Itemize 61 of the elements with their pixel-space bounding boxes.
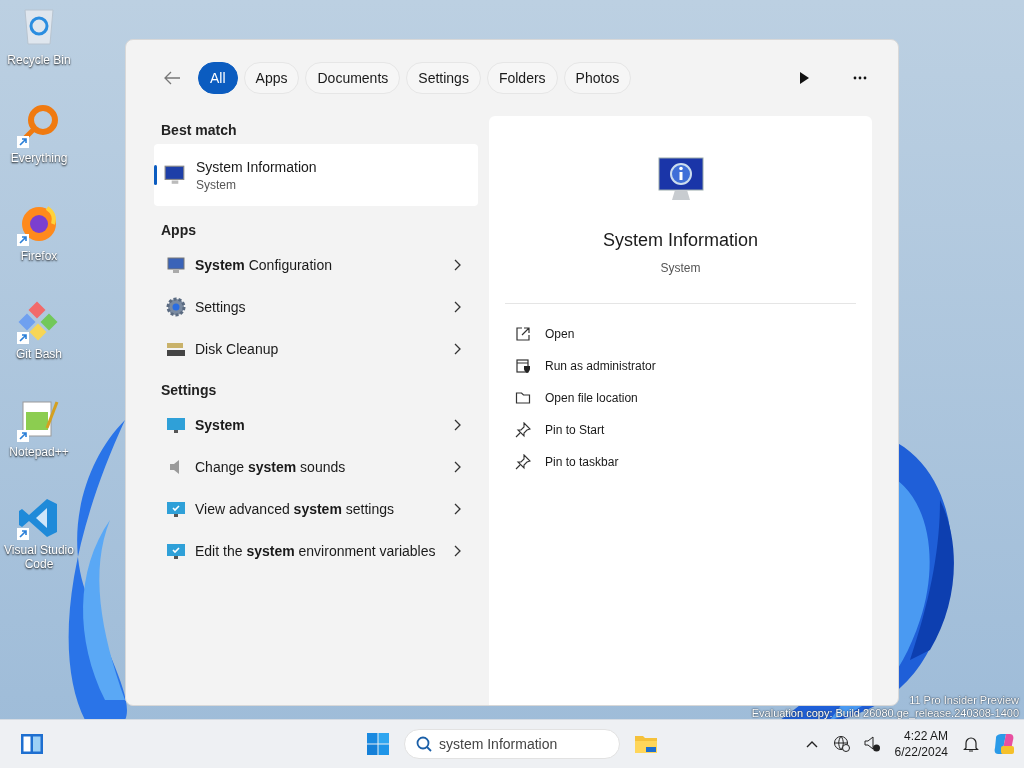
action-item[interactable]: Open [545, 327, 575, 341]
section-heading: Settings [160, 381, 218, 400]
assistant-logo-icon[interactable] [992, 732, 1016, 756]
chevron-icon [453, 343, 461, 355]
chevron-icon [453, 461, 461, 473]
diamond-icon [18, 301, 58, 341]
result-item[interactable]: Change system sounds [195, 457, 444, 477]
chevron-icon [453, 503, 461, 515]
clock[interactable]: 4:22 AM 6/22/2024 [894, 728, 948, 760]
clock-date: 6/22/2024 [894, 744, 948, 760]
shield-window-icon [515, 358, 531, 374]
action-item[interactable]: Pin to taskbar [545, 455, 619, 469]
pin-icon [515, 454, 531, 470]
filter-tab[interactable]: All [198, 62, 238, 94]
bell-icon[interactable] [962, 735, 980, 753]
monitor-check-icon [166, 541, 186, 561]
start-icon[interactable] [366, 732, 390, 756]
clock-time: 4:22 AM [903, 728, 948, 744]
watermark-text: 11 Pro Insider Preview [909, 694, 1019, 707]
chevron-icon [453, 259, 461, 271]
browser-icon [22, 206, 56, 241]
speaker-muted-icon[interactable] [862, 735, 881, 753]
monitor-icon [166, 415, 186, 435]
recycle-bin-icon [24, 9, 54, 45]
result-item[interactable]: Disk Cleanup [195, 339, 444, 359]
preview-title: System Information [602, 230, 759, 251]
play-icon [799, 72, 809, 84]
section-heading: Best match [160, 121, 238, 140]
notepad-icon [22, 401, 59, 437]
folder-icon [515, 390, 531, 406]
widgets-icon[interactable] [20, 732, 44, 756]
monitor-icon [164, 164, 186, 186]
filter-tab[interactable]: Apps [243, 62, 300, 94]
filter-tab[interactable]: Photos [563, 62, 632, 94]
filter-tab[interactable]: Settings [406, 62, 481, 94]
result-item[interactable]: System Configuration [195, 255, 444, 275]
monitor-check-icon [166, 499, 186, 519]
monitor-icon [166, 255, 186, 275]
filter-tab[interactable]: Documents [305, 62, 401, 94]
section-heading: Apps [160, 221, 197, 240]
chevron-icon [453, 545, 461, 557]
more-icon [853, 76, 867, 80]
open-external-icon [515, 326, 531, 342]
code-editor-icon [19, 499, 57, 537]
result-item[interactable]: View advanced system settings [195, 499, 444, 519]
result-item[interactable]: System [195, 415, 444, 435]
preview-subtitle: System [660, 261, 701, 275]
action-item[interactable]: Pin to Start [545, 423, 605, 437]
search-field[interactable]: system Information [404, 729, 620, 759]
action-item[interactable]: Open file location [545, 391, 638, 405]
gear-icon [166, 297, 186, 317]
result-item[interactable]: Edit the system environment variables [195, 541, 444, 561]
magnifier-icon [23, 105, 58, 140]
chevron-icon [453, 419, 461, 431]
result-item[interactable]: Settings [195, 297, 444, 317]
pin-icon [515, 422, 531, 438]
globe-icon[interactable] [832, 735, 851, 753]
action-item[interactable]: Run as administrator [545, 359, 656, 373]
filter-tab[interactable]: Folders [486, 62, 558, 94]
chevron-icon [453, 301, 461, 313]
best-match-item[interactable]: System Information System [154, 144, 478, 206]
